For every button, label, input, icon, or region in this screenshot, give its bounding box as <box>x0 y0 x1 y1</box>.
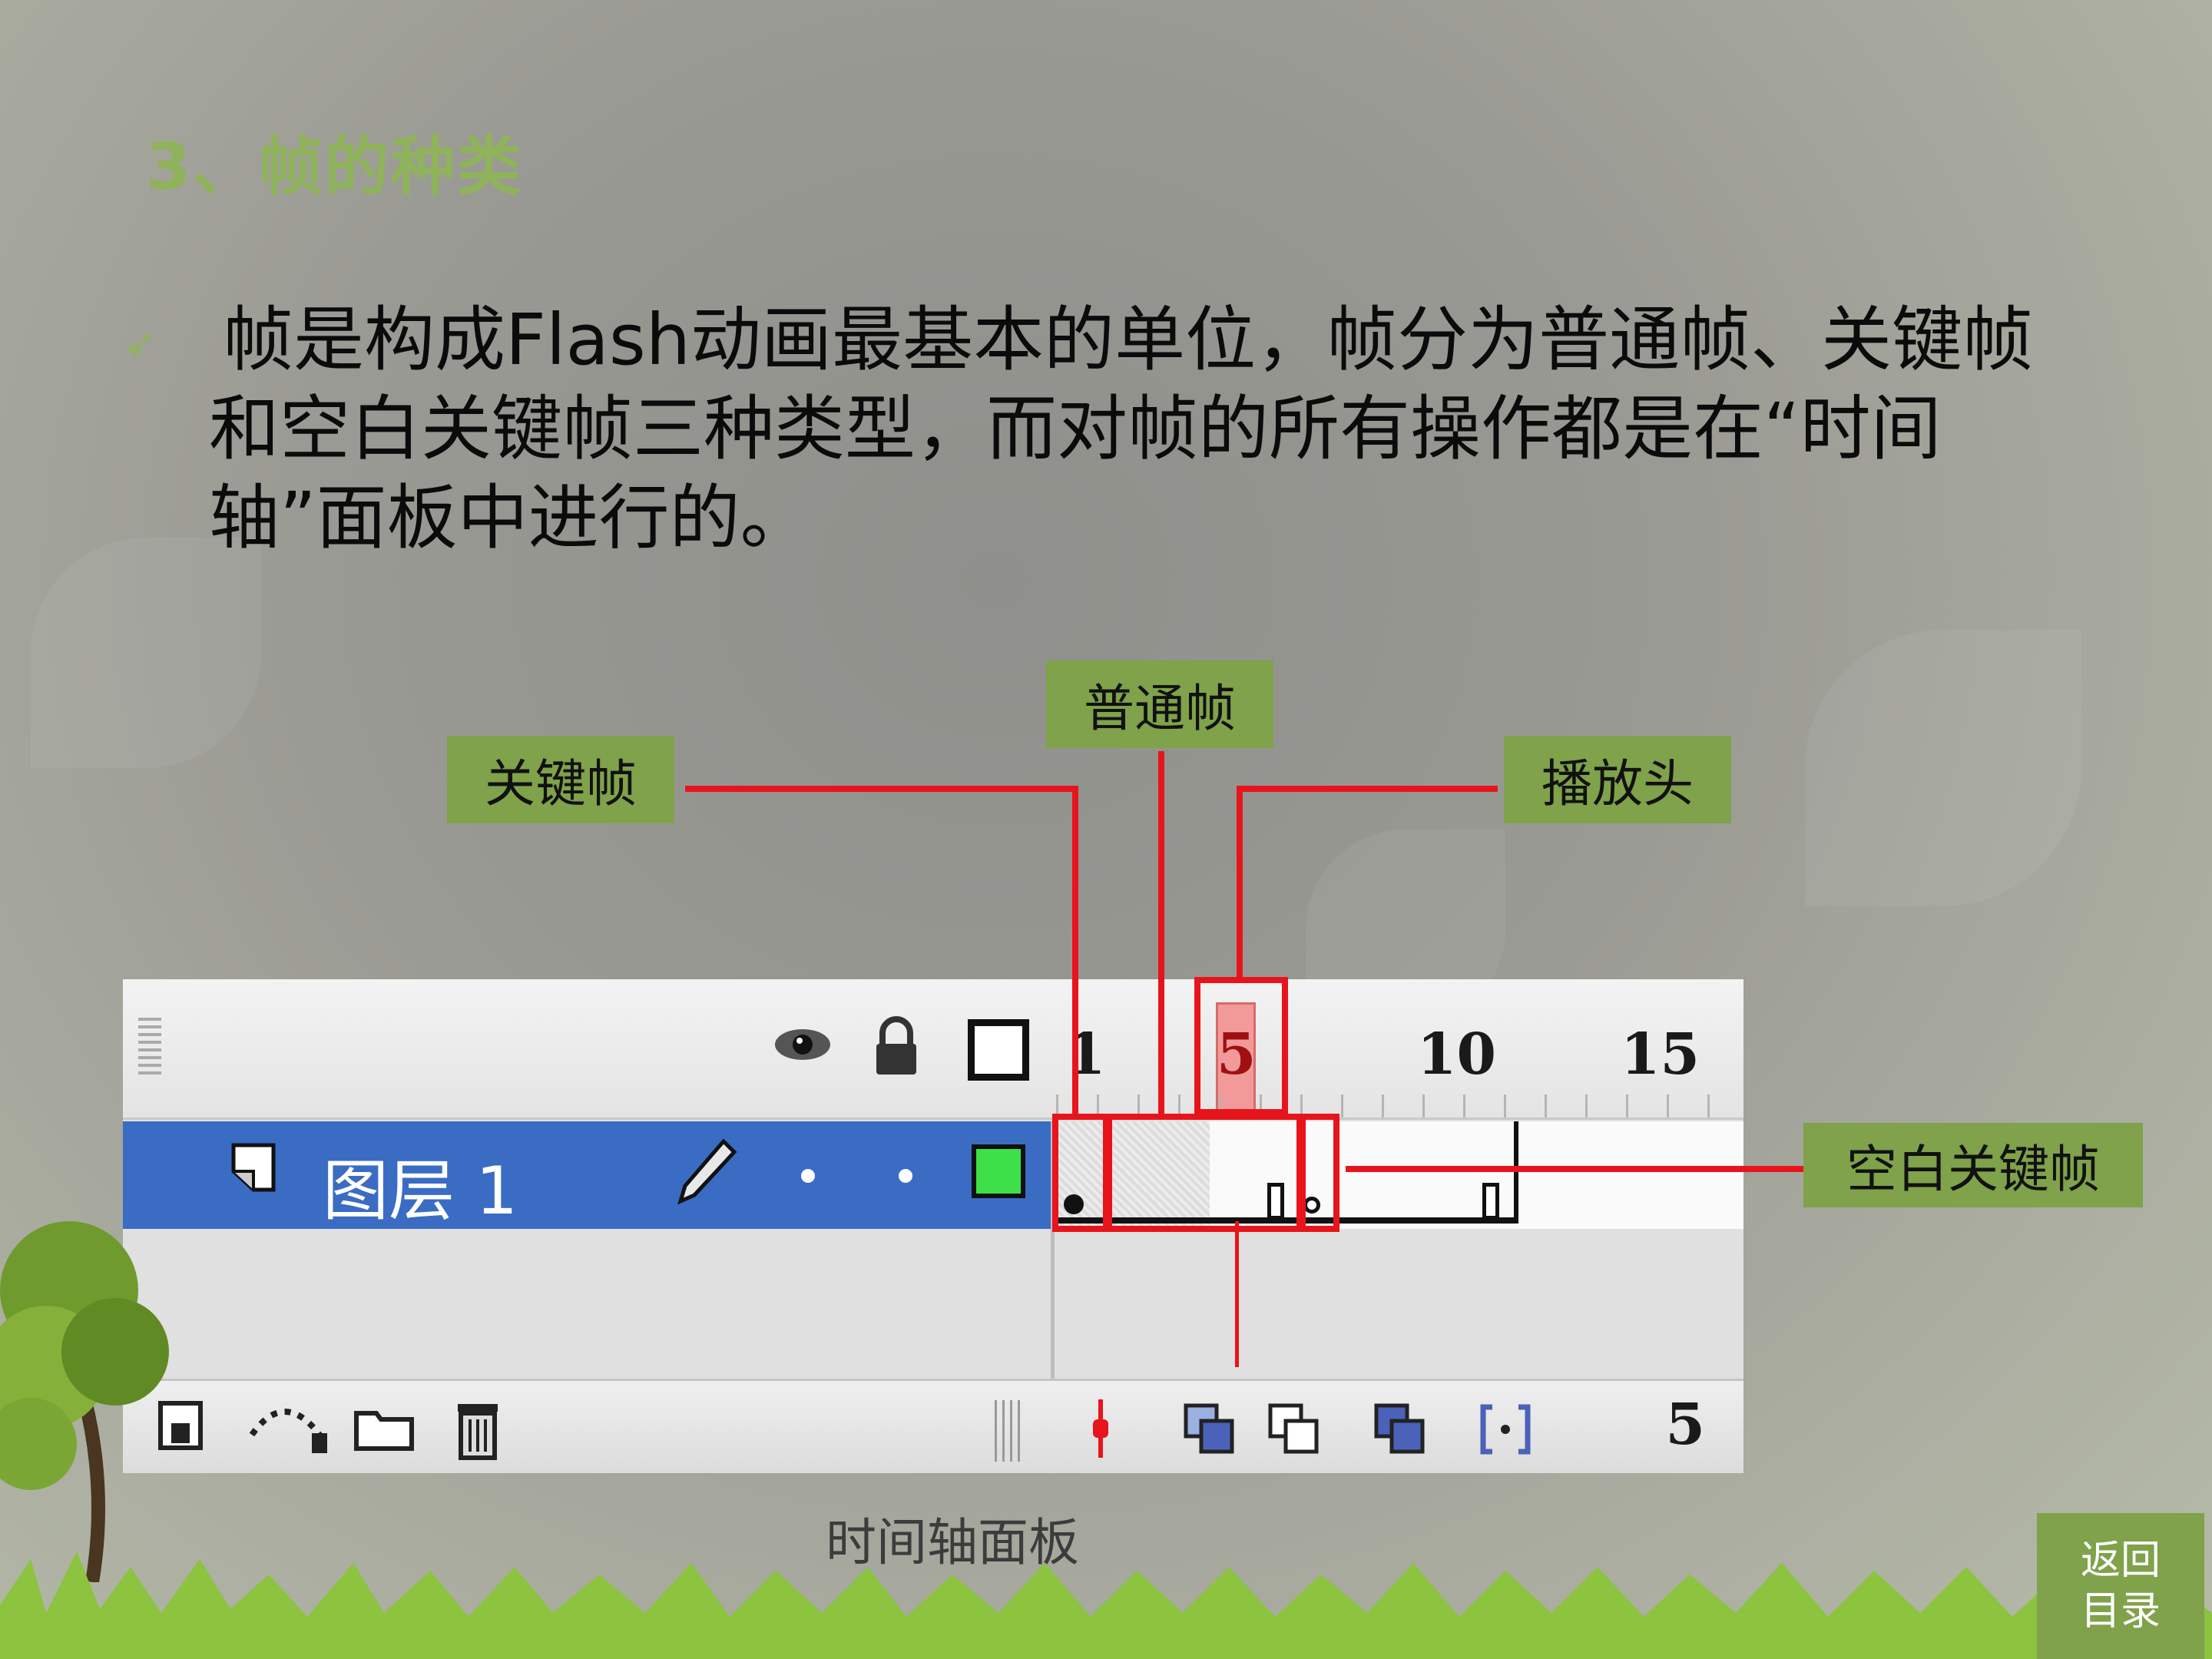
blank-keyframe-highlight-box <box>1300 1114 1339 1232</box>
keyframe-leader-h <box>685 786 1078 792</box>
background-leaf <box>1805 630 2081 906</box>
bullet-line: 和空白关键帧三种类型，而对帧的所有操作都是在“时间 <box>209 388 1942 470</box>
layer-page-icon <box>230 1141 280 1194</box>
frame-span-edge <box>1514 1121 1518 1224</box>
pencil-icon <box>676 1137 737 1206</box>
return-button-line: 返回 <box>2080 1538 2161 1584</box>
ruler-tick-label: 10 <box>1417 1022 1496 1088</box>
blank-keyframe-label: 空白关键帧 <box>1803 1123 2143 1207</box>
current-frame-number: 5 <box>1665 1392 1706 1458</box>
return-to-contents-button[interactable]: 返回 目录 <box>2037 1513 2204 1659</box>
frame-end-marker[interactable] <box>1482 1183 1499 1220</box>
normal-frame-label: 普通帧 <box>1046 661 1273 748</box>
playhead-highlight-box <box>1194 977 1288 1115</box>
onion-skin-outline-icon[interactable] <box>1267 1402 1321 1456</box>
lock-dot-icon[interactable] <box>899 1169 912 1183</box>
visibility-dot-icon[interactable] <box>801 1169 815 1183</box>
grass-illustration <box>0 1551 2212 1659</box>
onion-skin-icon[interactable] <box>1183 1402 1237 1456</box>
playhead-leader-h <box>1237 786 1498 792</box>
layer-row[interactable]: 图层 1 <box>123 1121 1056 1230</box>
eye-icon[interactable] <box>772 1022 833 1068</box>
timeline-panel: 1 5 10 15 图层 1 5 <box>123 979 1743 1473</box>
normal-frame-leader <box>1158 751 1164 1117</box>
empty-layer-area <box>123 1229 1743 1382</box>
bullet-paragraph: 帧是构成Flash动画最基本的单位，帧分为普通帧、关键帧 和空白关键帧三种类型，… <box>209 296 2098 563</box>
trash-icon[interactable] <box>453 1396 502 1461</box>
keyframe-leader-v <box>1072 786 1078 1118</box>
return-button-line: 目录 <box>2080 1588 2161 1634</box>
lock-icon[interactable] <box>872 1016 921 1078</box>
normal-frame-highlight-box <box>1103 1114 1303 1232</box>
playhead-line <box>1235 1221 1239 1367</box>
slide-title: 3、帧的种类 <box>146 129 523 204</box>
playhead-leader-v <box>1237 786 1243 979</box>
background-leaf <box>31 538 261 768</box>
timeline-toolbar: 5 <box>123 1379 1743 1473</box>
folder-icon[interactable] <box>353 1406 415 1452</box>
modify-markers-icon[interactable] <box>1479 1402 1532 1456</box>
blank-keyframe-leader <box>1346 1166 1805 1172</box>
resize-grip-icon[interactable] <box>995 1400 1025 1462</box>
center-frame-icon[interactable] <box>1087 1396 1114 1461</box>
drag-grip-icon[interactable] <box>138 1018 161 1079</box>
layer-name[interactable]: 图层 1 <box>323 1137 518 1233</box>
outline-icon[interactable] <box>968 1019 1029 1081</box>
tree-illustration <box>0 1221 169 1582</box>
bullet-line: 轴”面板中进行的。 <box>209 477 811 559</box>
playhead-label: 播放头 <box>1504 736 1731 823</box>
layer-color-swatch[interactable] <box>972 1144 1025 1198</box>
timeline-header: 1 5 10 15 <box>123 979 1743 1120</box>
edit-multiple-frames-icon[interactable] <box>1373 1402 1427 1456</box>
bullet-line: 帧是构成Flash动画最基本的单位，帧分为普通帧、关键帧 <box>223 299 2034 381</box>
bullet-arrow-icon: ➶ <box>123 321 157 367</box>
timeline-panel-caption: 时间轴面板 <box>826 1513 1079 1572</box>
keyframe-label: 关键帧 <box>447 736 674 823</box>
ruler-tick-label: 15 <box>1621 1022 1700 1088</box>
